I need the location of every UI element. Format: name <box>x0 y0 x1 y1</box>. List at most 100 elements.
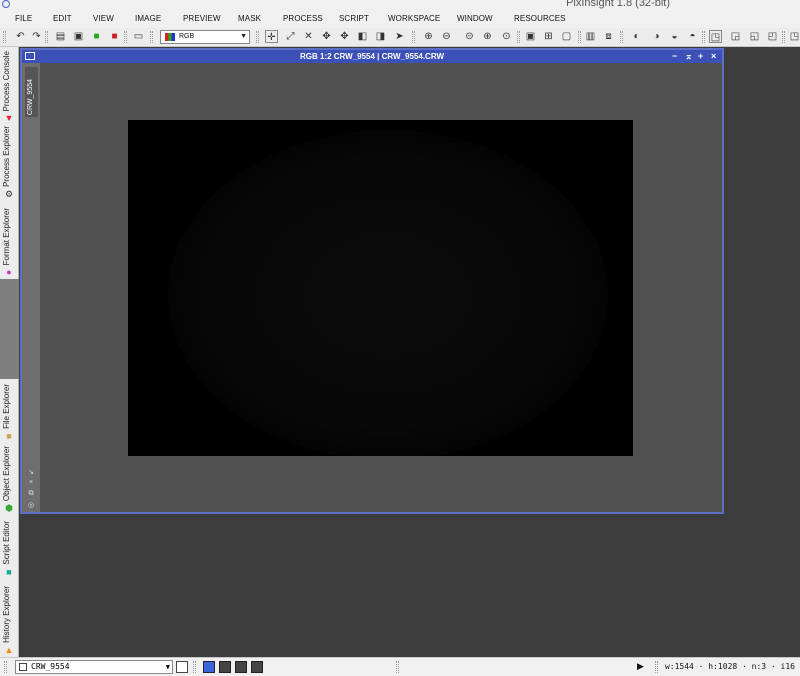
undo-icon[interactable]: ↶ <box>14 30 27 43</box>
menu-script[interactable]: SCRIPT <box>339 14 369 23</box>
menu-mask[interactable]: MASK <box>238 14 261 23</box>
tab-script-editor[interactable]: Script Editor ■ <box>0 515 19 579</box>
app-title: PixInsight 1.8 (32-bit) <box>566 0 670 9</box>
menu-edit[interactable]: EDIT <box>53 14 72 23</box>
view-settings-icon[interactable]: ◎ <box>26 501 36 509</box>
image-viewport[interactable] <box>40 63 722 512</box>
image-window-title: RGB 1:2 CRW_9554 | CRW_9554.CRW <box>299 52 445 61</box>
toolbar-separator <box>702 31 705 43</box>
menu-view[interactable]: VIEW <box>93 14 114 23</box>
zoom-fit-icon[interactable]: ⤢ <box>284 30 297 43</box>
tab-label: History Explorer <box>2 586 11 643</box>
mask-remove-icon[interactable]: ◓ <box>686 30 699 43</box>
view-select[interactable]: CRW_9554 ▼ <box>15 660 173 674</box>
expand-icon[interactable]: ↘ <box>26 468 36 476</box>
redo-icon[interactable]: ↷ <box>30 30 43 43</box>
history-icon: ▲ <box>4 645 14 655</box>
view-side-bar: CRW_9554 ↘ × ⧉ ◎ <box>22 63 40 512</box>
color-space-icon[interactable]: ■ <box>108 30 121 43</box>
pointer-icon[interactable]: ➤ <box>393 30 406 43</box>
tab-file-explorer[interactable]: File Explorer ■ <box>0 379 19 443</box>
tab-object-explorer[interactable]: Object Explorer ⬢ <box>0 443 19 515</box>
menu-process[interactable]: PROCESS <box>283 14 323 23</box>
view-identifier-icon[interactable] <box>176 661 188 673</box>
menu-image[interactable]: IMAGE <box>135 14 161 23</box>
zoom-in-icon[interactable]: ⊕ <box>422 30 435 43</box>
zoom-out-icon[interactable]: ⊖ <box>440 30 453 43</box>
image-window[interactable]: RGB 1:2 CRW_9554 | CRW_9554.CRW − ⌅ + × … <box>20 48 724 514</box>
window-frame-icon[interactable]: ▢ <box>560 30 573 43</box>
preview-new-icon[interactable]: ◳ <box>709 30 722 43</box>
rgb-swatch-icon <box>165 33 175 41</box>
minimize-icon[interactable]: − <box>672 50 677 63</box>
pixinsight-app: PixInsight 1.8 (32-bit) FILE EDIT VIEW I… <box>0 0 800 676</box>
preview-restore-icon[interactable]: ◱ <box>748 30 761 43</box>
toolbar-separator <box>412 31 415 43</box>
menu-preview[interactable]: PREVIEW <box>183 14 221 23</box>
mask-enable-icon[interactable]: ◐ <box>630 30 643 43</box>
tab-process-explorer[interactable]: Process Explorer ⚙ <box>0 125 19 201</box>
chevron-down-icon: ▼ <box>165 663 170 671</box>
view-tab[interactable]: CRW_9554 <box>25 67 38 117</box>
toolbar-separator <box>782 31 785 43</box>
tab-history-explorer[interactable]: History Explorer ▲ <box>0 579 19 657</box>
crosshair-icon[interactable]: ✛ <box>265 30 278 43</box>
workspace-1-button[interactable] <box>203 661 215 673</box>
shade-icon[interactable]: ⌅ <box>685 50 693 63</box>
tab-process-console[interactable]: Process Console ▼ <box>0 47 19 125</box>
workspace-4-button[interactable] <box>251 661 263 673</box>
format-icon: ● <box>6 267 12 277</box>
menu-resources[interactable]: RESOURCES <box>514 14 566 23</box>
status-bar: CRW_9554 ▼ ▶ w:1544 · h:1028 · n:3 · i16 <box>0 657 800 676</box>
move-icon[interactable]: ✥ <box>338 30 351 43</box>
app-logo-icon <box>2 0 10 8</box>
toolbar-separator <box>3 31 6 43</box>
toolbar-separator <box>517 31 520 43</box>
tab-format-explorer[interactable]: Format Explorer ● <box>0 201 19 279</box>
play-icon[interactable]: ▶ <box>637 661 644 672</box>
channel-select[interactable]: RGB ▼ <box>160 30 250 44</box>
status-separator <box>396 661 399 673</box>
zoom-1-1-icon[interactable]: ⊝ <box>463 30 476 43</box>
close-icon[interactable]: × <box>711 50 716 63</box>
cascade-icon[interactable]: ⧈ <box>602 30 615 43</box>
more-tools-icon[interactable]: ◳ <box>788 30 800 43</box>
zoom-custom-icon[interactable]: ⊙ <box>500 30 513 43</box>
mask-invert-icon[interactable]: ◒ <box>668 30 681 43</box>
toolbar-separator <box>620 31 623 43</box>
title-bar: PixInsight 1.8 (32-bit) <box>0 0 800 10</box>
preview-store-icon[interactable]: ◲ <box>729 30 742 43</box>
workspace-3-button[interactable] <box>235 661 247 673</box>
toolbar-separator <box>578 31 581 43</box>
readout-icon[interactable]: ◧ <box>356 30 369 43</box>
image-new-icon[interactable]: ▤ <box>54 30 67 43</box>
menu-window[interactable]: WINDOW <box>457 14 493 23</box>
image-info-readout: w:1544 · h:1028 · n:3 · i16 <box>664 662 795 671</box>
rgb-channels-icon[interactable]: ■ <box>90 30 103 43</box>
tab-label: Object Explorer <box>2 445 11 501</box>
maximize-icon[interactable]: + <box>698 50 703 63</box>
close-view-icon[interactable]: × <box>26 479 36 486</box>
center-view-icon[interactable]: ⊞ <box>542 30 555 43</box>
fit-view-icon[interactable]: ▣ <box>524 30 537 43</box>
mask-show-icon[interactable]: ◑ <box>650 30 663 43</box>
preview-reset-icon[interactable]: ◰ <box>766 30 779 43</box>
image-canvas[interactable] <box>128 120 633 456</box>
select-icon[interactable]: ◨ <box>374 30 387 43</box>
zoom-1-2-icon[interactable]: ⊕ <box>481 30 494 43</box>
screen-transfer-icon[interactable]: ▭ <box>132 30 145 43</box>
view-info-icon[interactable]: ⧉ <box>26 490 36 498</box>
status-separator <box>4 661 7 673</box>
pan-icon[interactable]: ✥ <box>320 30 333 43</box>
menu-file[interactable]: FILE <box>15 14 32 23</box>
tile-icon[interactable]: ▥ <box>584 30 597 43</box>
tab-label: Process Explorer <box>2 126 11 187</box>
workspace-2-button[interactable] <box>219 661 231 673</box>
zoom-full-icon[interactable]: ✕ <box>302 30 315 43</box>
menu-workspace[interactable]: WORKSPACE <box>388 14 440 23</box>
folder-icon: ■ <box>6 431 12 441</box>
image-duplicate-icon[interactable]: ▣ <box>72 30 85 43</box>
image-window-title-bar[interactable]: RGB 1:2 CRW_9554 | CRW_9554.CRW − ⌅ + × <box>22 50 722 63</box>
toolbar-separator <box>45 31 48 43</box>
gear-icon: ⚙ <box>4 189 14 199</box>
